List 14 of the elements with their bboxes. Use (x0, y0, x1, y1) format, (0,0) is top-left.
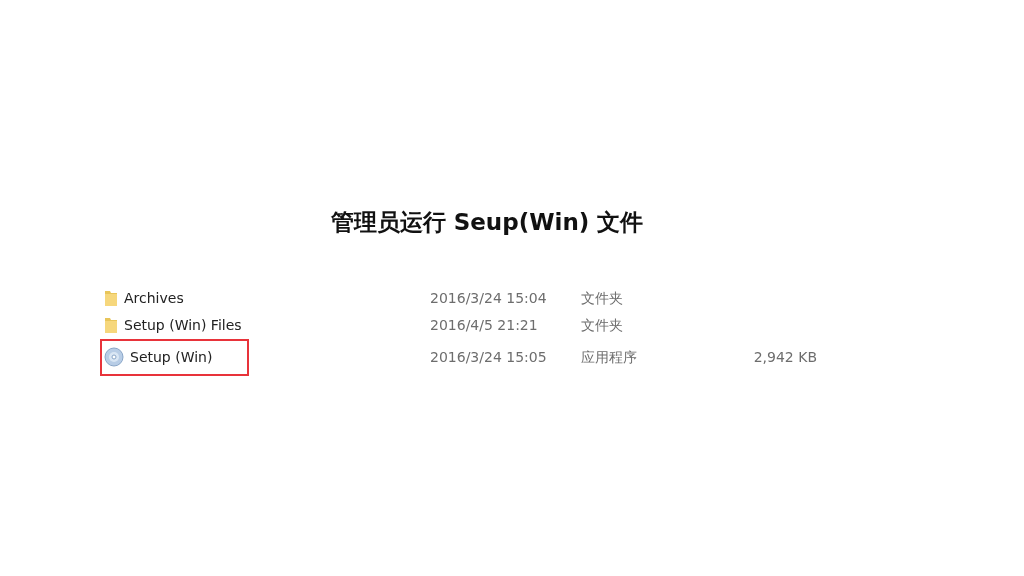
file-type: 文件夹 (581, 289, 623, 306)
file-size: 2,942 KB (753, 348, 817, 365)
file-name[interactable]: Archives (124, 287, 184, 309)
folder-icon (104, 289, 118, 307)
modified-date: 2016/3/24 15:05 (430, 348, 547, 365)
folder-icon (104, 316, 118, 334)
file-type: 应用程序 (581, 348, 637, 365)
modified-date: 2016/3/24 15:04 (430, 289, 547, 306)
modified-date: 2016/4/5 21:21 (430, 316, 538, 333)
disc-icon (104, 347, 124, 367)
file-name[interactable]: Setup (Win) (130, 346, 213, 368)
file-type: 文件夹 (581, 316, 623, 333)
file-name[interactable]: Setup (Win) Files (124, 314, 242, 336)
slide-title: 管理员运行 Seup(Win) 文件 (329, 208, 645, 237)
